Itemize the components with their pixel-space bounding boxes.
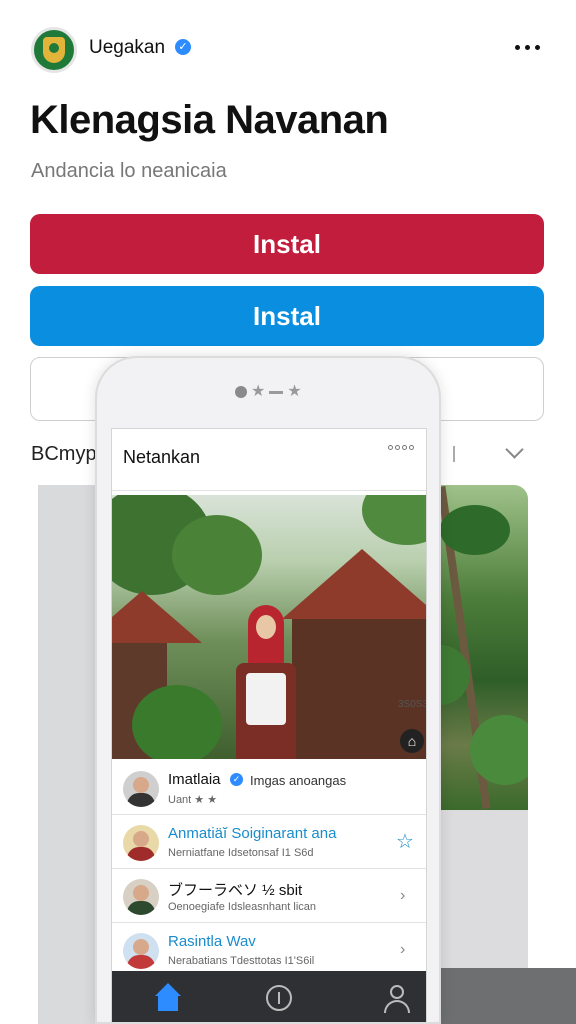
list-item-subtitle: Uant ★ ★ (168, 794, 218, 806)
home-icon[interactable] (152, 983, 186, 1015)
publisher-avatar[interactable] (31, 27, 77, 73)
section-label: BCmyp (31, 443, 97, 465)
list-item[interactable]: ブフーラベソ ½ sbit Oenoegiafe Idsleasnhant li… (112, 869, 426, 923)
more-options-icon[interactable] (388, 445, 414, 450)
user-icon[interactable] (380, 983, 414, 1015)
shield-logo-icon (43, 37, 65, 63)
avatar (123, 933, 159, 969)
install-button-primary[interactable]: Instal (30, 214, 544, 274)
info-icon[interactable] (262, 983, 296, 1015)
chevron-down-icon[interactable] (505, 440, 524, 459)
phone-mockup: ★ ★ Netankan ⌂ 3S0S3 Imatlaia ✓ Imgas an… (95, 356, 441, 1024)
list-item[interactable]: Rasintla Wav Nerabatians Tdesttotas I1'S… (112, 923, 426, 977)
in-app-title: Netankan (123, 447, 201, 467)
screenshot-thumbnail-dark (428, 968, 576, 1024)
list-item-name: Anmatiäĭ Soiginarant ana (168, 825, 337, 842)
list-item-subtitle: Oenoegiafe Idsleasnhant lican (168, 901, 316, 913)
install-button-secondary[interactable]: Instal (30, 286, 544, 346)
list-item[interactable]: Imatlaia ✓ Imgas anoangas Uant ★ ★ (112, 761, 426, 815)
phone-notch: ★ ★ (235, 384, 302, 400)
list-item-name: Imatlaia (168, 771, 221, 788)
chevron-right-icon[interactable]: › (400, 887, 405, 905)
bottom-tab-bar (112, 971, 426, 1022)
photo-number: 3S0S3 (398, 699, 427, 710)
chevron-right-icon[interactable]: › (400, 941, 405, 959)
list-item[interactable]: Anmatiäĭ Soiginarant ana Nerniatfane Ids… (112, 815, 426, 869)
list-item-name: Rasintla Wav (168, 933, 256, 950)
feed-photo[interactable]: ⌂ (112, 495, 426, 759)
list-item-subtitle: Nerniatfane Idsetonsaf I1 S6d (168, 847, 314, 859)
more-options-icon[interactable] (515, 45, 540, 50)
avatar (123, 825, 159, 861)
phone-screen: Netankan ⌂ 3S0S3 Imatlaia ✓ Imgas anoang… (111, 428, 427, 1022)
app-title: Klenagsia Navanan (30, 98, 389, 142)
divider (453, 446, 455, 462)
camera-icon (235, 386, 247, 398)
verified-badge-icon: ✓ (230, 773, 243, 786)
expand-icon[interactable]: ⌂ (400, 729, 424, 753)
publisher-name[interactable]: Uegakan (89, 37, 165, 59)
app-subtitle: Andancia lo neanicaia (31, 160, 227, 182)
star-icon[interactable]: ☆ (396, 829, 414, 854)
list-item-extra: Imgas anoangas (250, 773, 347, 788)
list-item-subtitle: Nerabatians Tdesttotas I1'S6il (168, 955, 315, 967)
list-item-name: ブフーラベソ ½ sbit (168, 882, 303, 899)
app-header: Netankan (112, 429, 426, 491)
verified-badge-icon: ✓ (175, 39, 191, 55)
avatar (123, 771, 159, 807)
avatar (123, 879, 159, 915)
